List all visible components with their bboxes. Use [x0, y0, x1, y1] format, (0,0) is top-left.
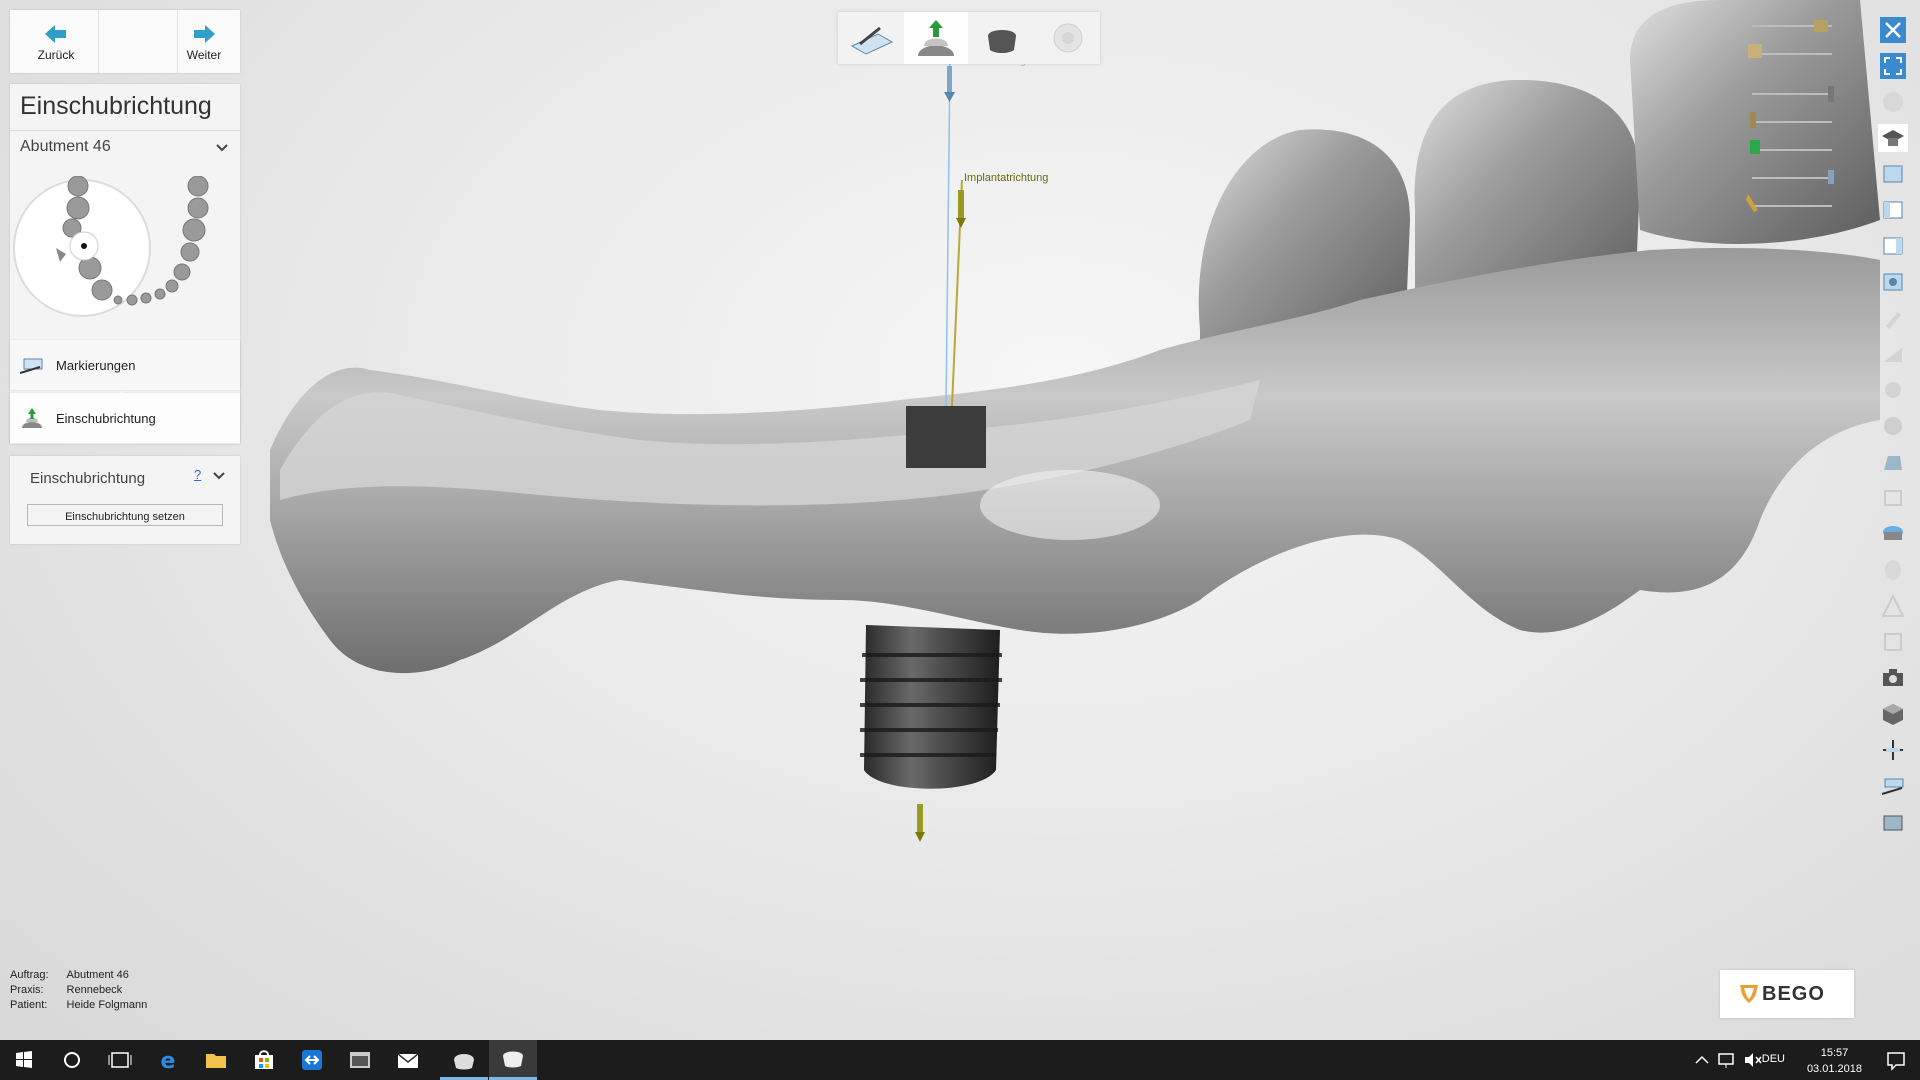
file-explorer-icon[interactable]	[192, 1040, 240, 1080]
insertion-direction-icon	[22, 408, 42, 428]
next-label: Weiter	[186, 48, 222, 62]
auftrag-label: Auftrag:	[10, 969, 49, 981]
implant-screw	[860, 625, 1002, 789]
abutment-tool-icon[interactable]	[970, 12, 1034, 64]
task-view-icon[interactable]	[96, 1040, 144, 1080]
store-icon[interactable]	[240, 1040, 288, 1080]
jaw-model	[270, 248, 1880, 674]
insertion-direction-tool-icon[interactable]	[904, 12, 968, 64]
edit-tool-icon	[1884, 348, 1902, 362]
dental-app-icon[interactable]	[440, 1040, 488, 1080]
panel-title: Einschubrichtung	[20, 92, 212, 120]
patient-value: Heide Folgmann	[66, 999, 148, 1011]
arrow-right-icon	[194, 25, 215, 43]
dental-app-active-icon[interactable]	[489, 1040, 537, 1080]
step-label: Markierungen	[56, 358, 136, 373]
tooth-selector-arch[interactable]	[12, 176, 238, 336]
next-button[interactable]: Weiter	[168, 10, 240, 73]
jaw-tool-icon[interactable]	[1876, 518, 1910, 550]
camera-icon[interactable]	[1876, 662, 1910, 694]
view-top-icon[interactable]	[1876, 266, 1910, 298]
pen-tool-icon	[1886, 312, 1901, 329]
close-icon[interactable]	[1876, 14, 1910, 46]
patient-label: Patient:	[10, 999, 48, 1011]
fit-view-icon[interactable]	[1876, 50, 1910, 82]
clock-time: 15:57	[1820, 1047, 1849, 1059]
rotate-view-icon[interactable]	[1876, 86, 1910, 118]
cube-icon[interactable]	[1876, 698, 1910, 730]
crosshair-icon[interactable]	[1876, 734, 1910, 766]
windows-start-icon[interactable]	[0, 1040, 48, 1080]
arrow-left-icon	[45, 25, 66, 43]
frame-tool-icon	[1884, 633, 1902, 651]
subpanel-title: Einschubrichtung	[30, 470, 146, 487]
warning-tool-icon	[1881, 593, 1905, 617]
abutment-select-value: Abutment 46	[20, 138, 111, 155]
model-export-icon[interactable]	[1876, 806, 1910, 838]
bego-logo: BEGO	[1720, 970, 1854, 1018]
clock[interactable]: 15:57 03.01.2018	[1807, 1045, 1862, 1077]
nav-separator	[98, 10, 178, 73]
markings-tool-icon[interactable]	[838, 12, 902, 64]
app-window-icon[interactable]	[336, 1040, 384, 1080]
abutment-cylinder	[906, 406, 986, 468]
3d-viewport[interactable]	[0, 0, 1920, 1040]
view-toolbar	[1876, 14, 1910, 844]
step-einschubrichtung[interactable]: Einschubrichtung	[10, 393, 240, 443]
insertion-direction-panel: Einschubrichtung ? Einschubrichtung setz…	[10, 456, 240, 544]
search-icon[interactable]	[48, 1040, 96, 1080]
finish-tool-icon[interactable]	[1036, 12, 1100, 64]
crown-tool-icon	[1885, 382, 1901, 398]
implant-direction-label: Implantatrichtung	[964, 172, 1049, 184]
measure-icon[interactable]	[1876, 770, 1910, 802]
markings-icon	[20, 358, 43, 374]
chevron-down-icon[interactable]	[213, 472, 225, 480]
workflow-toolbar	[838, 12, 1100, 64]
praxis-value: Rennebeck	[66, 984, 123, 996]
navigation-box: Zurück Weiter	[10, 10, 240, 73]
windows-taskbar: e DEU 15:57 03.01.2018	[0, 1040, 1920, 1080]
back-label: Zurück	[37, 48, 75, 62]
chevron-down-icon	[216, 144, 228, 152]
view-front-icon[interactable]	[1876, 158, 1910, 190]
view-left-icon[interactable]	[1876, 194, 1910, 226]
praxis-label: Praxis:	[10, 984, 44, 996]
abutment-select[interactable]: Abutment 46	[20, 138, 230, 164]
clock-date: 03.01.2018	[1806, 1063, 1862, 1075]
edge-browser-icon[interactable]: e	[144, 1040, 192, 1080]
title-divider	[10, 130, 240, 131]
mail-icon[interactable]	[384, 1040, 432, 1080]
occlusal-view-icon[interactable]	[1876, 122, 1910, 154]
step-panel: Einschubrichtung Abutment 46	[10, 84, 240, 444]
view-right-icon[interactable]	[1876, 230, 1910, 262]
bego-text: BEGO	[1762, 983, 1825, 1005]
gum-tool-icon	[1885, 560, 1901, 580]
tray-chevron-up-icon[interactable]	[1690, 1040, 1714, 1080]
visibility-sliders[interactable]	[1740, 14, 1870, 214]
help-link[interactable]: ?	[194, 467, 201, 482]
svg-text:e: e	[161, 1049, 176, 1074]
step-label: Einschubrichtung	[56, 411, 156, 426]
grid-tool-icon	[1884, 490, 1902, 506]
back-button[interactable]: Zurück	[20, 10, 92, 73]
step-markierungen[interactable]: Markierungen	[10, 340, 240, 390]
notifications-icon[interactable]	[1872, 1040, 1920, 1080]
auftrag-value: Abutment 46	[66, 969, 129, 981]
set-insertion-direction-button[interactable]: Einschubrichtung setzen	[27, 504, 223, 526]
sphere-tool-icon	[1884, 417, 1902, 435]
bego-shield-icon	[1740, 985, 1758, 1003]
network-icon[interactable]	[1714, 1040, 1740, 1080]
model-tool-icon[interactable]	[1876, 446, 1910, 478]
input-language[interactable]: DEU	[1762, 1053, 1785, 1065]
teamviewer-icon[interactable]	[288, 1040, 336, 1080]
job-info: Auftrag: Abutment 46 Praxis: Rennebeck Pat…	[10, 968, 165, 1013]
